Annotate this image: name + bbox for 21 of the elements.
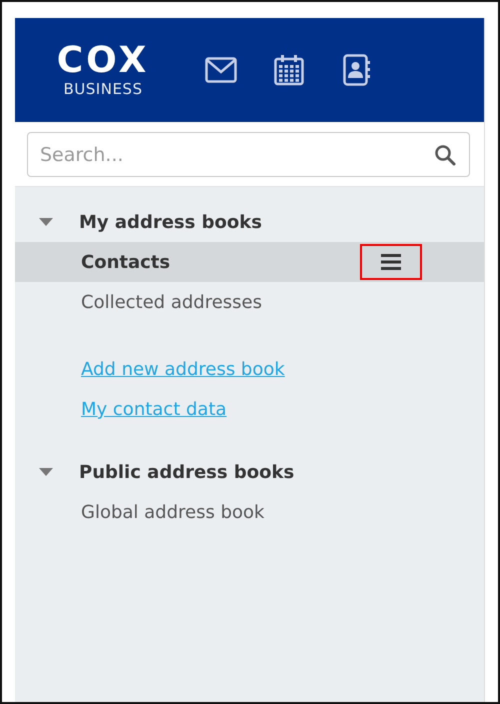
address-book-name: Global address book	[81, 502, 266, 522]
expand-arrow-icon[interactable]	[39, 218, 53, 226]
group-title: Public address books	[79, 462, 294, 482]
address-book-name: Collected addresses	[81, 292, 264, 312]
search-field[interactable]: Search...	[27, 132, 470, 177]
address-book-icon	[343, 54, 371, 86]
menu-icon	[381, 254, 401, 270]
mail-icon	[205, 57, 237, 83]
nav-button[interactable]	[273, 54, 305, 86]
group-title: My address books	[79, 212, 262, 232]
expand-arrow-icon[interactable]	[39, 468, 53, 476]
address-book-name: Contacts	[81, 252, 172, 272]
address-book-item[interactable]: Collected addresses	[15, 282, 484, 322]
logo-subtitle: BUSINESS	[64, 80, 142, 98]
nav-button[interactable]	[341, 54, 373, 86]
address-book-item[interactable]: Contacts	[15, 242, 484, 282]
address-book-item[interactable]: Global address book	[15, 492, 484, 532]
search-icon	[434, 144, 456, 166]
menu-button[interactable]	[360, 244, 422, 280]
logo-text: COX	[56, 42, 150, 80]
calendar-icon	[274, 54, 304, 86]
